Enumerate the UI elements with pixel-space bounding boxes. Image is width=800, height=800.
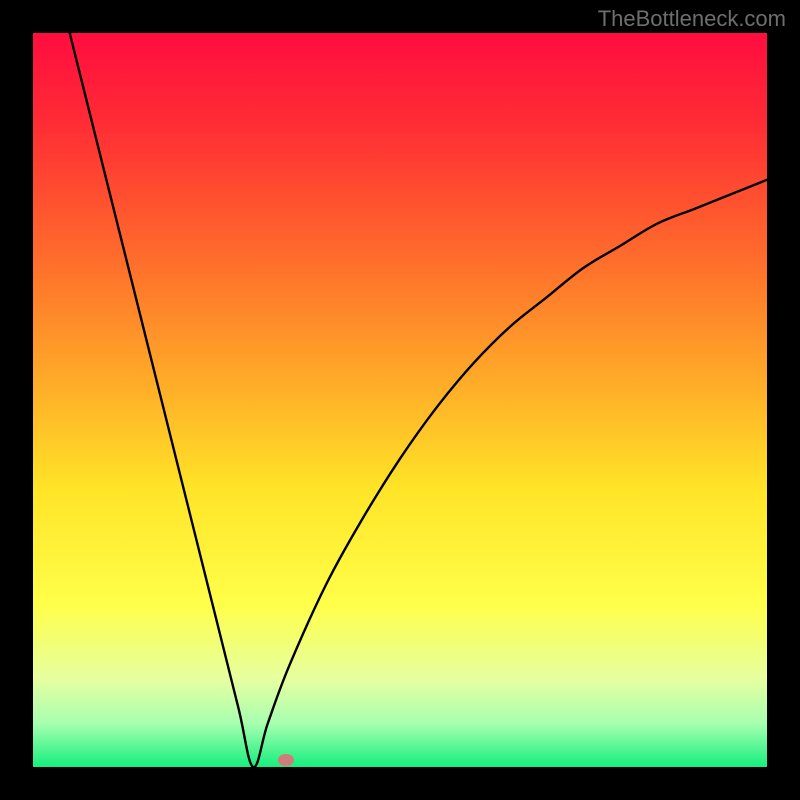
bottleneck-curve [70, 33, 767, 767]
chart-frame: TheBottleneck.com [0, 0, 800, 800]
minimum-marker-dot [278, 754, 294, 766]
watermark-text: TheBottleneck.com [598, 6, 786, 32]
chart-svg [33, 33, 767, 767]
